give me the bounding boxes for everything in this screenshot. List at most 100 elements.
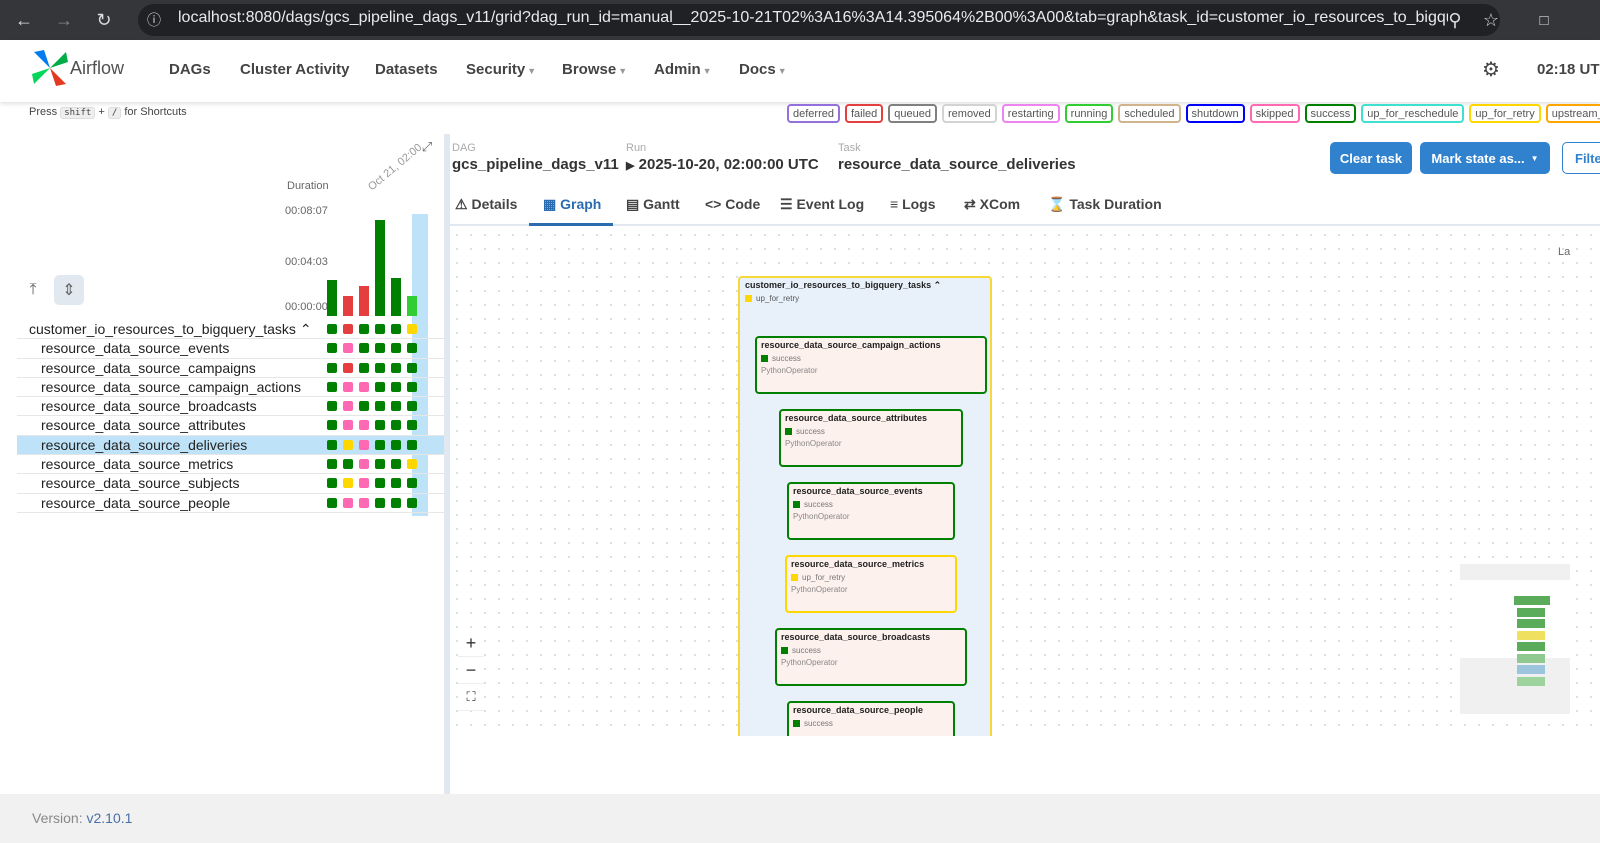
task-row-label[interactable]: resource_data_source_campaign_actions bbox=[41, 379, 301, 395]
task-node[interactable]: resource_data_source_attributes success Py… bbox=[779, 409, 963, 467]
task-node[interactable]: resource_data_source_metrics up_for_retry… bbox=[785, 555, 957, 613]
legend-running[interactable]: running bbox=[1064, 104, 1114, 123]
chevron-up-icon[interactable]: ⌃ bbox=[300, 321, 312, 337]
task-instance-cell[interactable] bbox=[391, 439, 401, 450]
task-node[interactable]: resource_data_source_campaign_actions suc… bbox=[755, 336, 987, 394]
task-instance-cell[interactable] bbox=[327, 324, 337, 334]
task-row[interactable]: resource_data_source_campaign_actions bbox=[17, 378, 445, 398]
legend-restarting[interactable]: restarting bbox=[1001, 104, 1060, 123]
legend-deferred[interactable]: deferred bbox=[787, 104, 840, 123]
task-instance-cell[interactable] bbox=[343, 497, 353, 508]
tab-xcom[interactable]: ⇄ XCom bbox=[964, 196, 1020, 213]
run-breadcrumb[interactable]: ▶ 2025-10-20, 02:00:00 UTC bbox=[626, 156, 819, 173]
legend-queued[interactable]: queued bbox=[888, 104, 937, 123]
nav-admin[interactable]: Admin ▼ bbox=[654, 61, 712, 78]
task-instance-cell[interactable] bbox=[407, 324, 417, 334]
task-instance-cell[interactable] bbox=[327, 362, 337, 373]
chevron-up-icon[interactable]: ⌃ bbox=[934, 280, 942, 290]
task-instance-cell[interactable] bbox=[391, 401, 401, 412]
clock-time[interactable]: 02:18 UTC bbox=[1537, 61, 1600, 78]
task-instance-cell[interactable] bbox=[343, 459, 353, 470]
site-info-icon[interactable]: ⓘ bbox=[140, 6, 168, 34]
forward-icon[interactable]: → bbox=[50, 6, 78, 34]
task-row-label[interactable]: resource_data_source_campaigns bbox=[41, 360, 256, 376]
task-instance-cell[interactable] bbox=[343, 478, 353, 489]
mark-state-button[interactable]: Mark state as... ▼ bbox=[1420, 142, 1550, 174]
legend-failed[interactable]: failed bbox=[844, 104, 884, 123]
duration-bar[interactable] bbox=[327, 280, 337, 316]
legend-success[interactable]: success bbox=[1304, 104, 1357, 123]
task-node[interactable]: resource_data_source_people success bbox=[787, 701, 955, 736]
task-instance-cell[interactable] bbox=[327, 381, 337, 392]
task-instance-cell[interactable] bbox=[343, 343, 353, 354]
task-instance-cell[interactable] bbox=[359, 497, 369, 508]
task-row-label[interactable]: resource_data_source_metrics bbox=[41, 456, 233, 472]
task-instance-cell[interactable] bbox=[343, 420, 353, 431]
task-instance-cell[interactable] bbox=[407, 362, 417, 373]
task-row-label[interactable]: resource_data_source_deliveries bbox=[41, 437, 247, 453]
brand-name[interactable]: Airflow bbox=[70, 58, 124, 79]
legend-upstream-[interactable]: upstream_ bbox=[1545, 104, 1600, 123]
task-instance-cell[interactable] bbox=[375, 459, 385, 470]
task-row[interactable]: resource_data_source_attributes bbox=[17, 416, 445, 436]
task-row[interactable]: resource_data_source_subjects bbox=[17, 474, 445, 494]
nav-dags[interactable]: DAGs bbox=[169, 61, 211, 78]
task-node[interactable]: resource_data_source_broadcasts success Py… bbox=[775, 628, 967, 686]
task-breadcrumb[interactable]: resource_data_source_deliveries bbox=[838, 156, 1076, 173]
duration-bar[interactable] bbox=[375, 220, 385, 316]
task-instance-cell[interactable] bbox=[359, 324, 369, 334]
duration-bar[interactable] bbox=[359, 286, 369, 316]
gear-icon[interactable]: ⚙ bbox=[1482, 57, 1500, 82]
minimap-viewport[interactable] bbox=[1460, 580, 1570, 658]
task-row[interactable]: resource_data_source_metrics bbox=[17, 455, 445, 475]
task-row-label[interactable]: resource_data_source_subjects bbox=[41, 475, 239, 491]
task-row-label[interactable]: customer_io_resources_to_bigquery_tasks … bbox=[29, 321, 312, 338]
task-instance-cell[interactable] bbox=[407, 401, 417, 412]
task-instance-cell[interactable] bbox=[359, 381, 369, 392]
nav-browse[interactable]: Browse ▼ bbox=[562, 61, 627, 78]
legend-shutdown[interactable]: shutdown bbox=[1185, 104, 1245, 123]
nav-datasets[interactable]: Datasets bbox=[375, 61, 438, 78]
dag-breadcrumb[interactable]: gcs_pipeline_dags_v11 bbox=[452, 156, 619, 173]
task-instance-cell[interactable] bbox=[359, 343, 369, 354]
task-instance-cell[interactable] bbox=[375, 343, 385, 354]
task-instance-cell[interactable] bbox=[375, 324, 385, 334]
tab-gantt[interactable]: ▤ Gantt bbox=[626, 196, 680, 213]
task-instance-cell[interactable] bbox=[359, 420, 369, 431]
task-instance-cell[interactable] bbox=[407, 420, 417, 431]
clear-task-button[interactable]: Clear task bbox=[1330, 142, 1412, 174]
task-instance-cell[interactable] bbox=[391, 497, 401, 508]
tab-code[interactable]: <> Code bbox=[705, 196, 760, 212]
airflow-logo-icon[interactable] bbox=[30, 48, 70, 88]
task-instance-cell[interactable] bbox=[391, 381, 401, 392]
task-instance-cell[interactable] bbox=[391, 478, 401, 489]
task-row-label[interactable]: resource_data_source_events bbox=[41, 340, 229, 356]
legend-removed[interactable]: removed bbox=[942, 104, 997, 123]
filter-button[interactable]: Filte bbox=[1562, 142, 1600, 174]
task-instance-cell[interactable] bbox=[327, 439, 337, 450]
task-instance-cell[interactable] bbox=[359, 362, 369, 373]
task-instance-cell[interactable] bbox=[327, 459, 337, 470]
task-row[interactable]: resource_data_source_campaigns bbox=[17, 359, 445, 378]
task-instance-cell[interactable] bbox=[375, 439, 385, 450]
legend-up-for-retry[interactable]: up_for_retry bbox=[1469, 104, 1541, 123]
task-instance-cell[interactable] bbox=[327, 401, 337, 412]
tab-task-duration[interactable]: ⌛ Task Duration bbox=[1048, 196, 1162, 213]
task-row[interactable]: resource_data_source_people bbox=[17, 494, 445, 513]
task-instance-cell[interactable] bbox=[375, 401, 385, 412]
graph-minimap[interactable] bbox=[1460, 564, 1570, 714]
duration-bar[interactable] bbox=[391, 278, 401, 316]
task-instance-cell[interactable] bbox=[391, 362, 401, 373]
task-instance-cell[interactable] bbox=[391, 324, 401, 334]
duration-bar[interactable] bbox=[407, 296, 417, 316]
legend-skipped[interactable]: skipped bbox=[1249, 104, 1300, 123]
task-instance-cell[interactable] bbox=[407, 459, 417, 470]
zoom-out-icon[interactable]: − bbox=[458, 657, 484, 684]
nav-docs[interactable]: Docs ▼ bbox=[739, 61, 787, 78]
task-row[interactable]: customer_io_resources_to_bigquery_tasks … bbox=[17, 320, 445, 340]
task-instance-cell[interactable] bbox=[375, 478, 385, 489]
bookmark-star-icon[interactable]: ☆ bbox=[1477, 6, 1505, 34]
task-instance-cell[interactable] bbox=[343, 439, 353, 450]
task-instance-cell[interactable] bbox=[391, 420, 401, 431]
nav-security[interactable]: Security ▼ bbox=[466, 61, 536, 78]
